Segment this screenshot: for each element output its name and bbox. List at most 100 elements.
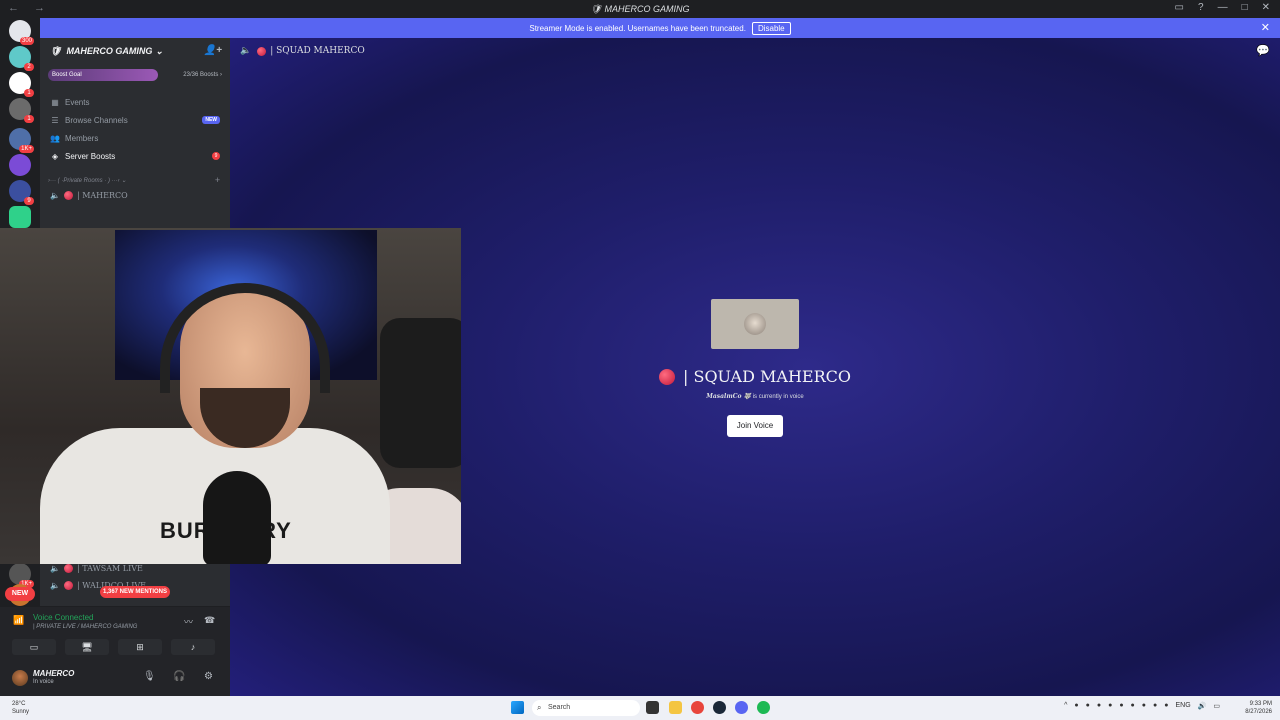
category-label: ›··· ( ·Private Rooms · ) ···‹ ⌄: [48, 177, 127, 184]
tray-app-icon[interactable]: ●: [1108, 702, 1112, 710]
chat-bubble-icon[interactable]: 💬: [1256, 44, 1270, 57]
tray-app-icon[interactable]: ●: [1131, 702, 1135, 710]
task-view-icon[interactable]: [646, 701, 659, 714]
streamer-mode-message: Streamer Mode is enabled. Usernames have…: [529, 23, 746, 33]
mention-badge: 1: [24, 115, 34, 123]
channel-header: 🔈 | SQUAD MAHERCO: [240, 46, 365, 56]
add-channel-icon[interactable]: +: [215, 175, 220, 185]
boost-goal-label: Boost Goal: [48, 69, 158, 81]
speaker-icon: 🔈: [240, 46, 252, 56]
server-icon[interactable]: 9: [9, 180, 34, 205]
server-icon[interactable]: [9, 206, 31, 228]
invite-people-icon[interactable]: 👤+: [204, 45, 222, 56]
search-placeholder: Search: [548, 704, 571, 711]
tray-app-icon[interactable]: ●: [1097, 702, 1101, 710]
tray-app-icon[interactable]: ●: [1074, 702, 1078, 710]
tray-app-icon[interactable]: ●: [1153, 702, 1157, 710]
chrome-icon[interactable]: [691, 701, 704, 714]
join-voice-button[interactable]: Join Voice: [727, 415, 783, 437]
window-title-text: MAHERCO GAMING: [604, 4, 690, 14]
in-voice-user: MasalmCo 🐺: [706, 393, 752, 400]
tray-expand-icon[interactable]: ^: [1064, 702, 1067, 710]
browse-channels-icon: ☰: [51, 115, 59, 125]
minimize-button[interactable]: —: [1218, 2, 1228, 13]
new-mentions-pill[interactable]: 1,367 NEW MENTIONS: [100, 586, 170, 598]
discord-icon[interactable]: [735, 701, 748, 714]
server-boosts-item[interactable]: ◈ Server Boosts 9: [40, 147, 230, 165]
close-window-button[interactable]: ✕: [1262, 2, 1270, 13]
chevron-down-icon: ⌄: [155, 45, 163, 56]
server-icon[interactable]: 1K+: [9, 128, 34, 153]
webcam-overlay: BURBERRY: [0, 228, 461, 564]
channel-name: | TAWSAM LIVE: [76, 564, 143, 573]
speaker-icon: 🔈: [50, 564, 60, 573]
file-explorer-icon[interactable]: [669, 701, 682, 714]
server-header[interactable]: 🛡 MAHERCO GAMING ⌄ 👤+: [40, 38, 230, 64]
gear-icon[interactable]: ⚙: [204, 671, 213, 682]
battery-icon[interactable]: ▭: [1213, 702, 1220, 710]
tray-app-icon[interactable]: ●: [1164, 702, 1168, 710]
members-icon: 👥: [50, 133, 60, 143]
events-item[interactable]: ▦ Events: [40, 93, 230, 111]
avatar[interactable]: [12, 670, 28, 686]
members-label: Members: [65, 133, 99, 143]
microphone-icon[interactable]: 🎙: [143, 671, 156, 682]
streamer-mode-banner: Streamer Mode is enabled. Usernames have…: [40, 18, 1280, 38]
system-tray: ^ ● ● ● ● ● ● ● ● ● ENG 🔊 ▭: [1064, 702, 1220, 710]
boost-gem-icon: ◈: [51, 151, 59, 161]
tray-app-icon[interactable]: ●: [1142, 702, 1146, 710]
camera-button[interactable]: ▭: [12, 639, 56, 655]
speaker-icon: 🔈: [50, 581, 60, 590]
server-icon[interactable]: [9, 154, 31, 176]
steam-icon[interactable]: [713, 701, 726, 714]
close-banner-icon[interactable]: ✕: [1261, 21, 1270, 34]
boost-count-badge: 9: [212, 152, 220, 160]
voice-participant-tile[interactable]: [711, 299, 799, 349]
server-emblem-icon: 🛡: [50, 45, 62, 56]
new-tag: NEW: [202, 116, 220, 124]
noise-suppression-icon[interactable]: 〰: [184, 615, 193, 628]
os-taskbar: 28°C Sunny ⌕ Search ^ ● ● ● ● ● ● ● ● ● …: [0, 696, 1280, 720]
window-title: 🛡 MAHERCO GAMING: [590, 4, 690, 14]
weather-widget[interactable]: 28°C Sunny: [12, 700, 29, 716]
clock-date: 8/27/2026: [1245, 709, 1272, 715]
server-icon[interactable]: 2: [9, 46, 34, 71]
disable-streamer-mode-button[interactable]: Disable: [751, 21, 791, 35]
volume-icon[interactable]: 🔊: [1198, 702, 1207, 710]
help-icon[interactable]: ?: [1198, 2, 1204, 13]
mention-badge: 1K+: [19, 145, 34, 153]
server-icon[interactable]: 1: [9, 72, 34, 97]
signal-icon[interactable]: 📶: [13, 615, 24, 626]
category-private-rooms[interactable]: ›··· ( ·Private Rooms · ) ···‹ ⌄ +: [40, 173, 230, 187]
server-icon[interactable]: 1: [9, 98, 34, 123]
spotify-icon[interactable]: [757, 701, 770, 714]
browse-channels-item[interactable]: ☰ Browse Channels NEW: [40, 111, 230, 129]
tray-app-icon[interactable]: ●: [1119, 702, 1123, 710]
screen-share-button[interactable]: 🖥: [65, 639, 109, 655]
avatar: [744, 313, 766, 335]
in-voice-suffix: is currently in voice: [752, 394, 804, 400]
language-indicator[interactable]: ENG: [1175, 702, 1190, 710]
disconnect-icon[interactable]: ☎: [204, 615, 215, 626]
activities-button[interactable]: ⊞: [118, 639, 162, 655]
voice-location[interactable]: | PRIVATE LIVE / MAHERCO GAMING: [33, 624, 137, 630]
voice-channel[interactable]: 🔈 | MAHERCO: [40, 187, 230, 204]
soundboard-button[interactable]: ♪: [171, 639, 215, 655]
boost-goal-progress[interactable]: Boost Goal 23/36 Boosts ›: [48, 69, 222, 81]
headphones-icon[interactable]: 🎧: [173, 671, 185, 682]
clock[interactable]: 9:33 PM 8/27/2026: [1245, 700, 1272, 716]
tray-app-icon[interactable]: ●: [1086, 702, 1090, 710]
red-ball-icon: [63, 581, 73, 590]
members-item[interactable]: 👥 Members: [40, 129, 230, 147]
home-dm-button[interactable]: 300: [9, 20, 34, 45]
inbox-icon[interactable]: ▭: [1175, 2, 1184, 13]
new-unreads-pill[interactable]: NEW: [5, 587, 35, 601]
start-button[interactable]: [511, 701, 524, 714]
server-icon[interactable]: 1K+: [9, 563, 34, 588]
mention-badge: 9: [24, 197, 34, 205]
taskbar-search[interactable]: ⌕ Search: [532, 700, 640, 716]
maximize-button[interactable]: □: [1242, 2, 1248, 13]
window-controls: ▭ ? — □ ✕: [1175, 2, 1270, 13]
voice-connected-status[interactable]: Voice Connected: [33, 613, 94, 622]
mention-badge: 1: [24, 89, 34, 97]
